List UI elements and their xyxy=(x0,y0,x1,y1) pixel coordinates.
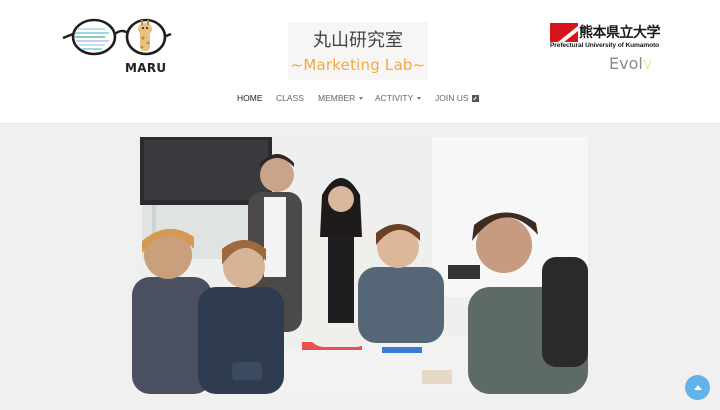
evolv-text: Evol xyxy=(609,54,643,73)
evolv-logo[interactable]: Evolv xyxy=(609,54,652,73)
nav-member-label: MEMBER xyxy=(318,93,356,103)
lab-title-en: ~Marketing Lab~ xyxy=(290,56,426,74)
site-header: MARU 丸山研究室 ~Marketing Lab~ 熊本県立大学 Prefec… xyxy=(0,0,720,124)
back-to-top-button[interactable] xyxy=(685,375,710,400)
main-nav: HOME CLASS MEMBER ACTIVITY JOIN US xyxy=(0,93,720,107)
nav-member[interactable]: MEMBER xyxy=(318,93,364,103)
university-name-jp: 熊本県立大学 xyxy=(579,25,661,41)
university-mark-icon xyxy=(550,23,578,42)
caret-down-icon xyxy=(359,97,364,100)
university-name-en: Prefectural University of Kumamoto xyxy=(550,42,660,49)
nav-join-us[interactable]: JOIN US xyxy=(435,93,479,103)
lab-title-jp: 丸山研究室 xyxy=(313,30,403,51)
nav-join-us-label: JOIN US xyxy=(435,93,469,103)
nav-activity[interactable]: ACTIVITY xyxy=(375,93,422,103)
hero-photo-icon xyxy=(132,137,588,394)
evolv-accent: v xyxy=(642,54,653,73)
nav-home-label: HOME xyxy=(237,93,263,103)
lab-title[interactable]: 丸山研究室 ~Marketing Lab~ xyxy=(288,22,428,80)
logo-text: MARU xyxy=(125,61,167,75)
university-logo[interactable]: 熊本県立大学 Prefectural University of Kumamot… xyxy=(550,22,665,52)
caret-down-icon xyxy=(417,97,422,100)
nav-home[interactable]: HOME xyxy=(237,93,263,103)
nav-activity-label: ACTIVITY xyxy=(375,93,414,103)
nav-class-label: CLASS xyxy=(276,93,304,103)
nav-class[interactable]: CLASS xyxy=(276,93,304,103)
external-link-icon xyxy=(471,95,479,102)
hero-photo xyxy=(132,137,588,394)
